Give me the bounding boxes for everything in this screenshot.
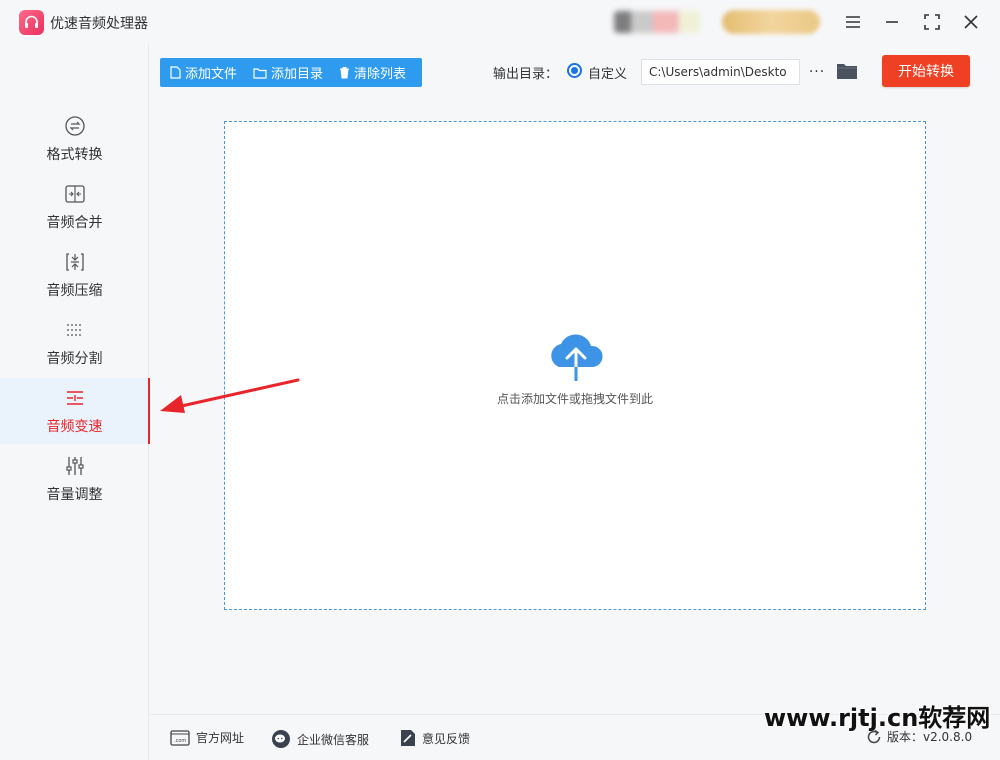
file-icon xyxy=(170,66,181,79)
app-logo-icon xyxy=(19,10,44,35)
feedback-link[interactable]: 意见反馈 xyxy=(400,729,470,747)
close-icon[interactable] xyxy=(957,8,985,36)
output-dir-label: 输出目录： xyxy=(493,67,559,82)
sidebar-item-volume[interactable]: 音量调整 xyxy=(0,446,149,512)
feedback-icon xyxy=(401,730,415,746)
start-convert-button[interactable]: 开始转换 xyxy=(882,55,970,87)
sidebar-item-format-convert[interactable]: 格式转换 xyxy=(0,106,149,172)
trash-icon xyxy=(340,67,350,79)
minimize-icon[interactable] xyxy=(878,8,906,36)
title-bar: 优速音频处理器 xyxy=(0,0,1000,44)
sidebar-item-label: 音频合并 xyxy=(46,214,103,231)
menu-icon[interactable] xyxy=(839,8,867,36)
open-folder-icon[interactable] xyxy=(836,61,858,83)
app-title: 优速音频处理器 xyxy=(50,16,148,32)
folder-outline-icon xyxy=(253,67,267,79)
refresh-icon xyxy=(867,729,881,743)
wechat-support-link[interactable]: 企业微信客服 xyxy=(271,729,369,749)
sidebar-item-label: 音频变速 xyxy=(46,418,103,435)
file-drop-area[interactable]: 点击添加文件或拖拽文件到此 xyxy=(224,121,926,610)
sidebar-item-label: 格式转换 xyxy=(46,146,103,163)
merge-icon xyxy=(64,184,85,203)
sidebar-item-label: 音频压缩 xyxy=(46,282,103,299)
svg-text:.com: .com xyxy=(174,738,186,744)
add-directory-button[interactable]: 添加目录 xyxy=(253,58,323,87)
account-badge-blurred[interactable] xyxy=(722,10,820,34)
website-icon: .com xyxy=(170,729,190,746)
split-icon xyxy=(66,323,83,336)
version-info[interactable]: 版本：v2.0.8.0 xyxy=(866,728,972,745)
sidebar-item-label: 音量调整 xyxy=(46,486,103,503)
sidebar-item-label: 音频分割 xyxy=(46,350,103,367)
sidebar-item-split[interactable]: 音频分割 xyxy=(0,310,149,376)
volume-sliders-icon xyxy=(65,456,84,475)
maximize-icon[interactable] xyxy=(918,8,946,36)
sidebar-item-merge[interactable]: 音频合并 xyxy=(0,174,149,240)
file-toolbar: 添加文件 添加目录 清除列表 xyxy=(160,58,422,87)
user-info-blurred[interactable] xyxy=(614,11,700,33)
cloud-upload-icon xyxy=(551,334,603,383)
format-convert-icon xyxy=(64,115,85,136)
custom-output-radio[interactable] xyxy=(567,63,582,78)
annotation-arrow-icon xyxy=(160,378,300,413)
output-path-input[interactable]: C:\Users\admin\Deskto xyxy=(641,59,800,85)
custom-output-label[interactable]: 自定义 xyxy=(588,63,627,82)
sidebar-item-compress[interactable]: 音频压缩 xyxy=(0,242,149,308)
add-file-button[interactable]: 添加文件 xyxy=(170,58,237,87)
sidebar-item-speed[interactable]: 音频变速 xyxy=(0,378,150,444)
speed-icon xyxy=(66,390,83,405)
wechat-icon xyxy=(272,730,290,748)
official-website-link[interactable]: .com 官方网址 xyxy=(170,729,244,746)
clear-list-button[interactable]: 清除列表 xyxy=(339,58,406,87)
sidebar: 格式转换 音频合并 音频压缩 音频分割 音频变速 音量调整 xyxy=(0,44,150,760)
drop-hint-text: 点击添加文件或拖拽文件到此 xyxy=(496,392,653,406)
compress-icon xyxy=(65,252,84,271)
browse-more-button[interactable]: ··· xyxy=(806,61,828,83)
